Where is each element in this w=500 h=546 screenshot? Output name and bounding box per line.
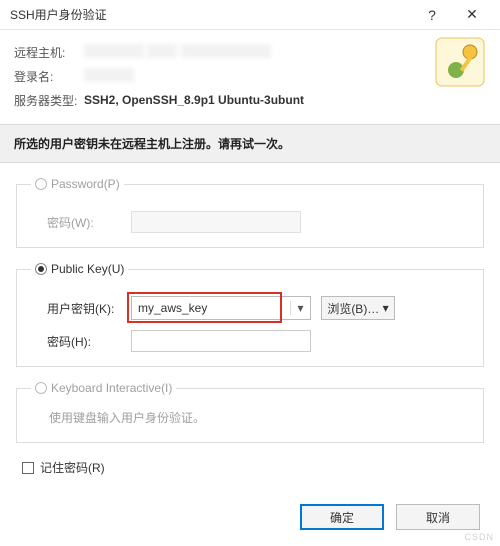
radio-icon [35, 382, 47, 394]
password-radio-label: Password(P) [51, 177, 120, 191]
help-button[interactable]: ? [412, 7, 452, 23]
keyboard-radio[interactable]: Keyboard Interactive(I) [31, 381, 176, 395]
close-button[interactable]: ✕ [452, 6, 492, 23]
radio-icon [35, 178, 47, 190]
keyboard-hint: 使用键盘输入用户身份验证。 [31, 405, 469, 428]
remote-host-value [84, 44, 486, 61]
userkey-label: 用户密钥(K): [31, 300, 131, 317]
checkbox-icon [22, 462, 34, 474]
dialog-title: SSH用户身份验证 [10, 6, 412, 23]
userkey-combo[interactable]: my_aws_key ▾ [131, 296, 311, 320]
password-input [131, 211, 301, 233]
chevron-down-icon: ▾ [383, 301, 389, 315]
publickey-radio[interactable]: Public Key(U) [31, 262, 128, 276]
password-radio[interactable]: Password(P) [31, 177, 124, 191]
remember-password-label: 记住密码(R) [40, 459, 105, 476]
passphrase-label: 密码(H): [31, 333, 131, 350]
publickey-section: Public Key(U) 用户密钥(K): my_aws_key ▾ 浏览(B… [16, 262, 484, 367]
ok-button[interactable]: 确定 [300, 504, 384, 530]
remember-password-row[interactable]: 记住密码(R) [16, 457, 484, 484]
remote-host-label: 远程主机: [14, 44, 84, 61]
password-field-label: 密码(W): [31, 214, 131, 231]
passphrase-input[interactable] [131, 330, 311, 352]
login-value [84, 68, 486, 85]
watermark: CSDN [464, 532, 494, 542]
publickey-radio-label: Public Key(U) [51, 262, 124, 276]
password-section: Password(P) 密码(W): [16, 177, 484, 248]
cancel-button[interactable]: 取消 [396, 504, 480, 530]
chevron-down-icon: ▾ [290, 301, 310, 315]
login-label: 登录名: [14, 68, 84, 85]
radio-icon [35, 263, 47, 275]
server-type-label: 服务器类型: [14, 92, 84, 109]
keyboard-section: Keyboard Interactive(I) 使用键盘输入用户身份验证。 [16, 381, 484, 443]
key-icon [434, 36, 486, 88]
browse-button[interactable]: 浏览(B)… ▾ [321, 296, 395, 320]
dialog-footer: 确定 取消 [0, 494, 500, 546]
warning-message: 所选的用户密钥未在远程主机上注册。请再试一次。 [0, 124, 500, 163]
keyboard-radio-label: Keyboard Interactive(I) [51, 381, 172, 395]
titlebar: SSH用户身份验证 ? ✕ [0, 0, 500, 30]
userkey-value: my_aws_key [132, 301, 290, 315]
server-type-value: SSH2, OpenSSH_8.9p1 Ubuntu-3ubunt [84, 93, 486, 107]
connection-info: 远程主机: 登录名: 服务器类型: SSH2, OpenSSH_8.9p1 Ub… [0, 30, 500, 124]
